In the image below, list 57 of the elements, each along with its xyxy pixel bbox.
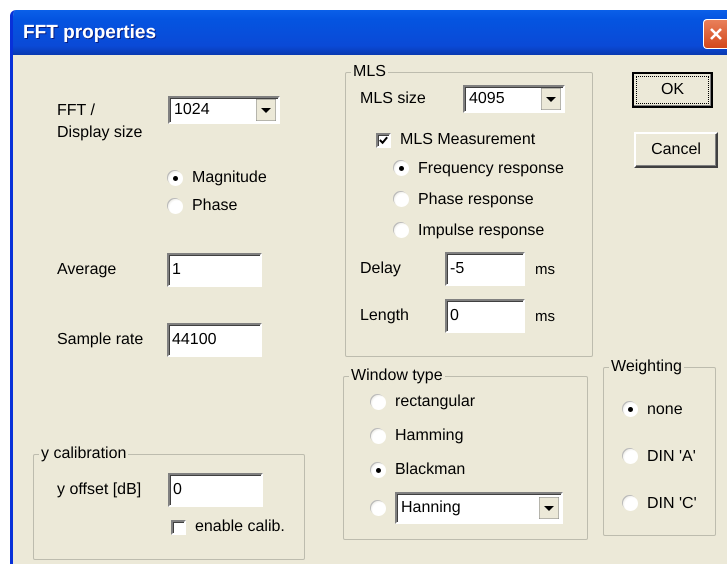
radio-button[interactable]	[623, 449, 638, 464]
radio-button[interactable]	[623, 496, 638, 511]
radio-button[interactable]	[371, 428, 386, 444]
dialog-button[interactable]: OK	[632, 72, 713, 108]
radio-label: Phase	[192, 197, 238, 215]
y-offset-field[interactable]: 0	[168, 473, 263, 507]
mls-size-label: MLS size	[360, 90, 427, 108]
radio-label: none	[647, 400, 683, 418]
fft-size-label: FFT / Display size	[57, 101, 144, 143]
sample-rate-field[interactable]: 44100	[167, 323, 262, 357]
radio-button[interactable]	[168, 198, 183, 214]
length-field[interactable]: 0	[445, 299, 525, 333]
group-title: Window type	[350, 367, 444, 385]
average-label: Average	[57, 261, 118, 279]
radio-label: Magnitude	[192, 169, 267, 187]
radio-button[interactable]	[168, 170, 183, 186]
dropdown[interactable]: 1024	[168, 96, 280, 124]
unit-label: ms	[535, 308, 555, 324]
window-title: FFT properties	[23, 22, 156, 44]
close-icon	[708, 26, 724, 42]
length-label: Length	[360, 307, 410, 325]
radio-label: Impulse response	[418, 222, 544, 240]
group-title: y calibration	[40, 445, 128, 463]
radio-button[interactable]	[371, 462, 386, 478]
radio-label: rectangular	[395, 393, 476, 411]
caret-icon	[541, 88, 561, 110]
delay-field[interactable]: -5	[445, 252, 525, 286]
radio-button[interactable]	[394, 192, 409, 207]
dropdown[interactable]: Hanning	[395, 492, 563, 524]
unit-label: ms	[535, 260, 555, 278]
checkmark-icon	[378, 134, 389, 146]
close-button[interactable]	[703, 18, 727, 48]
dropdown[interactable]: 4095	[463, 85, 565, 113]
checkbox-label: MLS Measurement	[400, 131, 536, 149]
sample-rate-label: Sample rate	[57, 331, 144, 349]
radio-button[interactable]	[371, 394, 386, 410]
radio-button[interactable]	[394, 223, 409, 238]
radio-button[interactable]	[394, 161, 409, 176]
average-field[interactable]: 1	[167, 253, 262, 287]
radio-button[interactable]	[623, 402, 638, 417]
radio-label: DIN 'C'	[647, 494, 697, 512]
caret-icon	[256, 99, 276, 121]
dialog-button[interactable]: Cancel	[634, 132, 718, 168]
checkbox[interactable]	[171, 520, 186, 534]
radio-button[interactable]	[371, 500, 386, 516]
checkbox[interactable]	[376, 132, 391, 148]
radio-label: Frequency response	[418, 160, 564, 178]
radio-label: Phase response	[418, 190, 534, 208]
group-title: MLS	[352, 63, 387, 81]
radio-label: DIN 'A'	[647, 448, 696, 466]
radio-label: Hamming	[395, 427, 464, 445]
checkbox-label: enable calib.	[195, 518, 285, 536]
group-title: Weighting	[610, 358, 683, 376]
caret-icon	[539, 497, 559, 519]
y-offset-label: y offset [dB]	[57, 481, 142, 499]
radio-label: Blackman	[395, 461, 466, 479]
delay-label: Delay	[360, 260, 402, 278]
